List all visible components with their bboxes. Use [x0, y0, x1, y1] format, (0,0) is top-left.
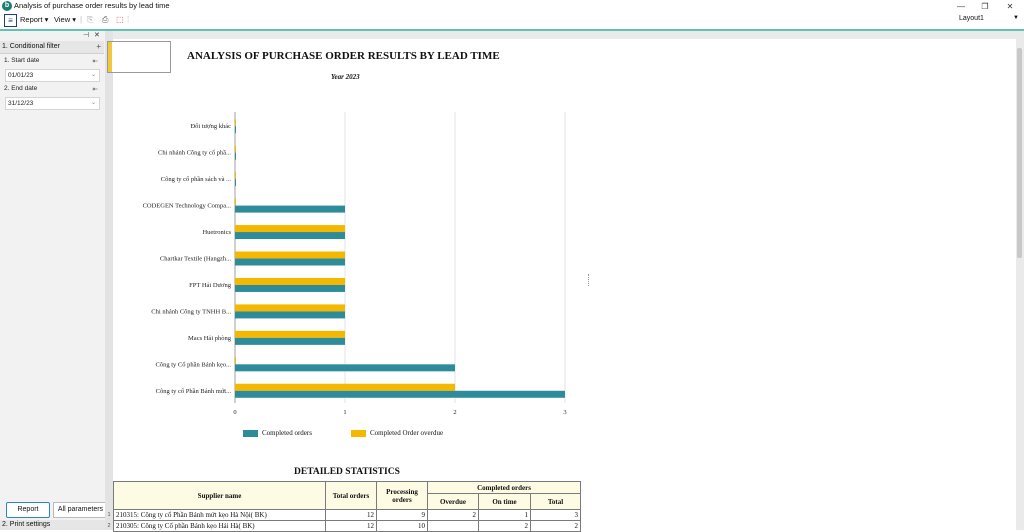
y-category-label: Chi nhánh Công ty TNHH B... — [151, 308, 231, 315]
legend-item-overdue: Completed Order overdue — [351, 429, 443, 437]
y-category-label: Công ty Cổ phần Bánh kẹo... — [156, 361, 232, 368]
col-header-on-time: On time — [478, 493, 531, 510]
bar-completed-overdue — [235, 198, 236, 206]
y-category-label: Đối tượng khác — [190, 123, 231, 130]
bar-completed-orders — [235, 364, 455, 372]
bar-completed-orders — [235, 390, 565, 398]
bar-completed-orders — [235, 311, 345, 319]
bar-completed-orders — [235, 284, 345, 292]
x-tick-label: 1 — [343, 409, 346, 416]
legend-item-completed: Completed orders — [243, 429, 312, 437]
bar-completed-orders — [235, 126, 236, 134]
y-category-label: FPT Hải Dương — [189, 282, 232, 289]
stats-title: DETAILED STATISTICS — [294, 467, 400, 477]
bar-completed-overdue — [235, 145, 236, 153]
row-number: 2 — [107, 523, 111, 529]
y-category-label: CODEGEN Technology Compa... — [143, 203, 232, 210]
bar-completed-orders — [235, 232, 345, 240]
col-header-supplier: Supplier name — [113, 481, 326, 510]
bar-completed-orders — [235, 152, 236, 160]
col-header-completed-group: Completed orders — [427, 481, 581, 494]
bar-completed-orders — [235, 205, 345, 213]
bar-completed-overdue — [235, 119, 236, 127]
processing-cell: 9 — [376, 509, 428, 521]
y-category-label: Macs Hải phòng — [188, 335, 232, 342]
y-category-label: Công ty cổ phần sách và ... — [161, 176, 232, 183]
bar-completed-orders — [235, 179, 236, 187]
bar-completed-overdue — [235, 225, 345, 233]
bar-completed-overdue — [235, 172, 236, 180]
table-row[interactable]: 210315: Công ty cổ Phần Bánh mứt kẹo Hà … — [113, 509, 581, 521]
supplier-cell: 210315: Công ty cổ Phần Bánh mứt kẹo Hà … — [113, 509, 326, 521]
col-header-total-orders: Total orders — [325, 481, 377, 510]
bar-completed-orders — [235, 337, 345, 345]
x-tick-label: 2 — [453, 409, 456, 416]
on-time-cell: 1 — [478, 509, 531, 521]
col-header-processing: Processing orders — [376, 481, 428, 510]
overdue-cell: 2 — [427, 509, 479, 521]
stats-table: Supplier name Total orders Processing or… — [113, 481, 581, 532]
bar-completed-overdue — [235, 357, 236, 365]
x-tick-label: 3 — [563, 409, 566, 416]
bar-completed-overdue — [235, 277, 345, 285]
total-cell: 3 — [530, 509, 581, 521]
y-category-label: Huetronics — [202, 229, 231, 236]
lead-time-bar-chart: 0 1 2 3 Đối tượng khác Chi nhánh Công ty cổ p… — [143, 112, 567, 416]
bar-completed-orders — [235, 258, 345, 266]
bar-completed-overdue — [235, 383, 455, 391]
x-tick-label: 0 — [233, 409, 236, 416]
legend-swatch-completed — [243, 429, 258, 437]
col-header-total: Total — [530, 493, 581, 510]
bar-completed-overdue — [235, 330, 345, 338]
y-category-label: Công ty cổ Phần Bánh mứt... — [156, 388, 232, 395]
total-orders-cell: 12 — [325, 509, 377, 521]
y-category-label: Chi nhánh Công ty cổ phầ... — [158, 150, 231, 157]
bar-completed-overdue — [235, 251, 345, 259]
legend-swatch-overdue — [351, 429, 366, 437]
row-number: 1 — [107, 512, 111, 518]
bar-completed-overdue — [235, 304, 345, 312]
col-header-overdue: Overdue — [427, 493, 479, 510]
y-category-label: Chartkar Textile (Hangzh... — [160, 256, 231, 263]
